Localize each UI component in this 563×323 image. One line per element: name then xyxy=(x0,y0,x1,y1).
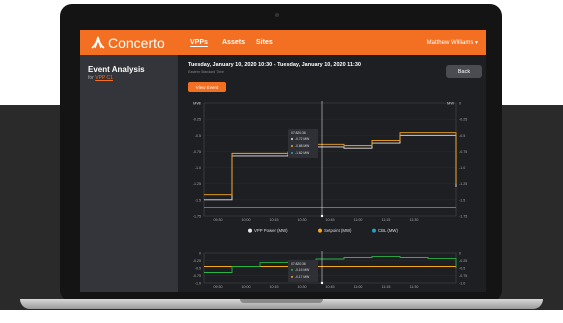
event-range-title: Tuesday, January 10, 2020 10:30 - Tuesda… xyxy=(188,62,361,68)
tooltip-time: 07:820:36 xyxy=(291,262,306,266)
logo-icon xyxy=(91,36,105,49)
y2-tick-label: 0 xyxy=(459,252,461,256)
x-tick-label: 10:30 xyxy=(298,285,307,289)
y2-tick-label: -1.75 xyxy=(459,215,467,219)
y-tick-label: -1.0 xyxy=(195,282,201,286)
nav-assets[interactable]: Assets xyxy=(222,39,245,46)
x-tick-label: 10:00 xyxy=(242,285,251,289)
x-tick-label: 10:00 xyxy=(242,218,251,222)
legend-swatch xyxy=(372,228,376,233)
legend-swatch xyxy=(318,228,322,233)
legend-label: Setpoint (MW) xyxy=(324,228,352,233)
y-tick-label: -1.75 xyxy=(193,215,201,219)
series-line xyxy=(204,256,457,273)
camera-dot xyxy=(275,13,279,17)
sidebar: Event Analysis for VPP C1 xyxy=(80,55,178,292)
x-tick-label: 09:30 xyxy=(214,285,223,289)
crosshair-marker xyxy=(320,281,324,285)
y2-tick-label: 0 xyxy=(459,102,461,106)
tooltip-swatch xyxy=(291,144,293,147)
laptop-notch xyxy=(240,299,323,303)
vpp-link[interactable]: VPP C1 xyxy=(95,75,113,81)
y-tick-label: -0.75 xyxy=(193,274,201,278)
app-screen: Concerto VPPs Assets Sites Matthew Willi… xyxy=(80,30,486,292)
legend-swatch xyxy=(248,228,252,233)
y2-tick-label: -0.75 xyxy=(459,150,467,154)
y-tick-label: -1.25 xyxy=(193,182,201,186)
y2-axis-label: MW xyxy=(447,101,454,106)
x-tick-label: 11:00 xyxy=(354,218,363,222)
x-tick-label: 10:45 xyxy=(326,285,335,289)
app-name: Concerto xyxy=(108,34,165,51)
y2-tick-label: -0.75 xyxy=(459,274,467,278)
y2-tick-label: -0.25 xyxy=(459,118,467,122)
tooltip-swatch xyxy=(291,137,293,140)
y-tick-label: -0.5 xyxy=(195,267,201,271)
deviation-chart[interactable]: 0 -0.25 -0.5 -0.75 -1.0 0 -0.25 -0.5 -0.75 -1.0 09… xyxy=(178,249,486,292)
y-tick-label: -1.5 xyxy=(195,198,201,202)
main-panel: Tuesday, January 10, 2020 10:30 - Tuesda… xyxy=(178,55,486,292)
y2-tick-label: -1.0 xyxy=(459,166,465,170)
y-tick-label: -0.75 xyxy=(193,150,201,154)
tooltip-value: -0.68 MW xyxy=(295,144,310,148)
user-menu[interactable]: Matthew Williams ▾ xyxy=(427,39,478,46)
x-tick-label: 11:15 xyxy=(382,285,391,289)
y-tick-label: 0 xyxy=(199,252,201,256)
y2-tick-label: -1.5 xyxy=(459,198,465,202)
power-chart[interactable]: 0-0.25-0.5-0.75-1.0-1.25-1.5-1.750-0.25-… xyxy=(178,95,486,242)
sidebar-subtitle: for VPP C1 xyxy=(88,75,113,81)
x-tick-label: 10:15 xyxy=(270,285,279,289)
sidebar-sub-prefix: for xyxy=(88,75,94,81)
y-axis-label: MW xyxy=(193,101,200,106)
y2-tick-label: -0.5 xyxy=(459,134,465,138)
x-tick-label: 10:30 xyxy=(298,218,307,222)
nav-vpps[interactable]: VPPs xyxy=(190,39,208,46)
plot-frame xyxy=(203,102,457,217)
y-tick-label: -0.5 xyxy=(195,134,201,138)
top-navbar: Concerto VPPs Assets Sites Matthew Willi… xyxy=(80,30,486,55)
x-tick-label: 11:30 xyxy=(410,218,419,222)
y-tick-label: -1.0 xyxy=(195,166,201,170)
tooltip-time: 07:820:36 xyxy=(291,131,306,135)
back-button[interactable]: Back xyxy=(446,65,482,78)
logo[interactable]: Concerto xyxy=(90,34,165,51)
tooltip-swatch xyxy=(291,268,293,271)
tooltip-value: -0.72 MW xyxy=(295,137,310,141)
series-line xyxy=(204,132,457,196)
tooltip-value: -0.15 MW xyxy=(295,268,310,272)
y2-tick-label: -0.25 xyxy=(459,259,467,263)
y2-tick-label: -1.0 xyxy=(459,282,465,286)
x-tick-label: 09:30 xyxy=(214,218,223,222)
y2-tick-label: -0.5 xyxy=(459,267,465,271)
view-event-button[interactable]: View Event xyxy=(188,82,226,92)
x-tick-label: 11:15 xyxy=(382,218,391,222)
timezone-label: Eastern Standard Time xyxy=(188,70,224,74)
crosshair-marker xyxy=(320,214,324,218)
y2-tick-label: -1.25 xyxy=(459,182,467,186)
tooltip-value: -0.17 MW xyxy=(295,275,310,279)
legend-label: CBL (MW) xyxy=(378,228,398,233)
x-tick-label: 11:30 xyxy=(410,285,419,289)
legend-label: VPP Power (MW) xyxy=(254,228,288,233)
tooltip-swatch xyxy=(291,275,293,278)
sidebar-title: Event Analysis xyxy=(88,65,145,74)
nav-sites[interactable]: Sites xyxy=(256,39,273,46)
x-tick-label: 10:15 xyxy=(270,218,279,222)
x-tick-label: 11:00 xyxy=(354,285,363,289)
tooltip-value: -1.62 MW xyxy=(295,151,310,155)
y-tick-label: -0.25 xyxy=(193,259,201,263)
x-tick-label: 10:45 xyxy=(326,218,335,222)
y-tick-label: -0.25 xyxy=(193,118,201,122)
tooltip-swatch xyxy=(291,151,293,154)
